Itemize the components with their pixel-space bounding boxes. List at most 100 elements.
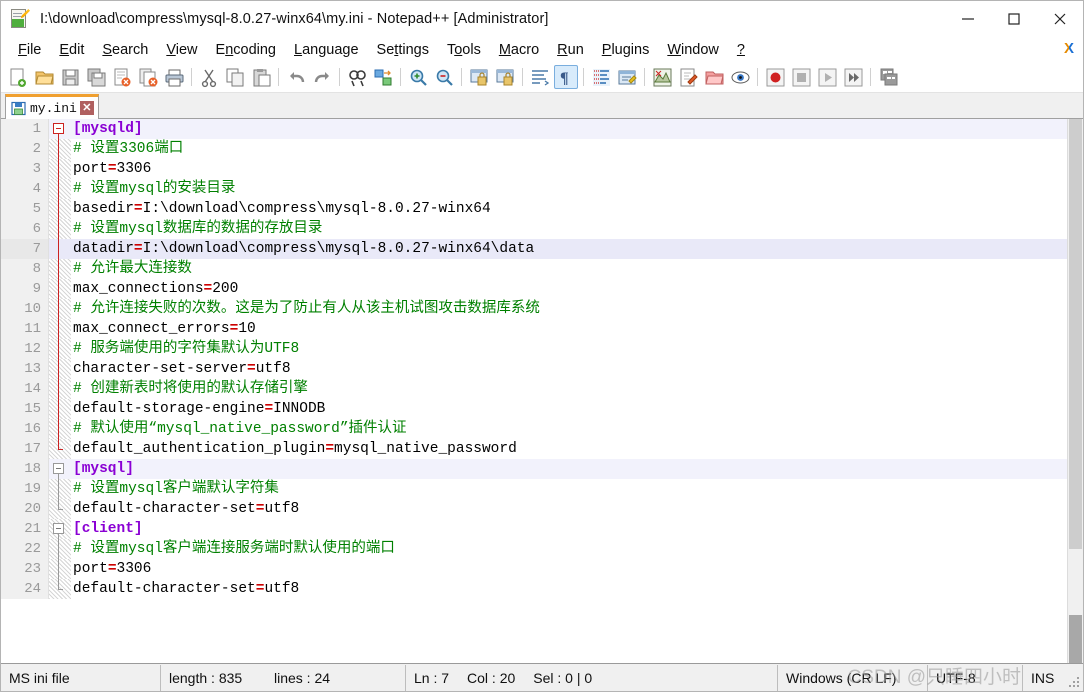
status-encoding[interactable]: UTF-8 [928,665,1023,691]
find-icon[interactable] [345,65,369,89]
document-map-icon[interactable] [650,65,674,89]
editor-line[interactable]: 16# 默认使用“mysql_native_password”插件认证 [1,419,1067,439]
zoom-out-icon[interactable] [432,65,456,89]
fold-margin[interactable] [49,399,71,419]
sync-horizontal-scroll-icon[interactable] [493,65,517,89]
line-content[interactable]: [mysqld] [71,119,1067,139]
open-file-icon[interactable] [32,65,56,89]
editor-line[interactable]: 24default-character-set=utf8 [1,579,1067,599]
scrollbar-thumb[interactable] [1069,119,1082,549]
line-content[interactable]: # 设置mysql客户端默认字符集 [71,479,1067,499]
line-content[interactable]: # 设置mysql客户端连接服务端时默认使用的端口 [71,539,1067,559]
fold-collapse-icon[interactable] [49,519,71,539]
fold-collapse-icon[interactable] [49,459,71,479]
fold-margin[interactable] [49,439,71,459]
fold-margin[interactable] [49,299,71,319]
editor-line[interactable]: 13character-set-server=utf8 [1,359,1067,379]
status-eol[interactable]: Windows (CR LF) [778,665,928,691]
fold-margin[interactable] [49,379,71,399]
editor-line[interactable]: 5basedir=I:\download\compress\mysql-8.0.… [1,199,1067,219]
line-content[interactable]: datadir=I:\download\compress\mysql-8.0.2… [71,239,1067,259]
line-content[interactable]: max_connections=200 [71,279,1067,299]
fold-collapse-icon[interactable] [49,119,71,139]
stop-recording-icon[interactable] [789,65,813,89]
fold-margin[interactable] [49,419,71,439]
fold-margin[interactable] [49,559,71,579]
line-content[interactable]: max_connect_errors=10 [71,319,1067,339]
menu-plugins[interactable]: Plugins [593,39,659,61]
user-defined-language-icon[interactable] [615,65,639,89]
monitoring-icon[interactable] [728,65,752,89]
fold-margin[interactable] [49,139,71,159]
line-content[interactable]: default-storage-engine=INNODB [71,399,1067,419]
code-editor[interactable]: 1[mysqld]2# 设置3306端口3port=33064# 设置mysql… [1,119,1067,663]
indent-guide-icon[interactable] [589,65,613,89]
line-content[interactable]: port=3306 [71,159,1067,179]
line-content[interactable]: default-character-set=utf8 [71,499,1067,519]
maximize-icon[interactable] [991,1,1037,37]
close-file-icon[interactable] [110,65,134,89]
editor-line[interactable]: 7datadir=I:\download\compress\mysql-8.0.… [1,239,1067,259]
editor-line[interactable]: 15default-storage-engine=INNODB [1,399,1067,419]
fold-margin[interactable] [49,359,71,379]
close-all-files-icon[interactable] [136,65,160,89]
line-content[interactable]: # 设置3306端口 [71,139,1067,159]
menu-tools[interactable]: Tools [438,39,490,61]
editor-line[interactable]: 12# 服务端使用的字符集默认为UTF8 [1,339,1067,359]
line-content[interactable]: # 创建新表时将使用的默认存储引擎 [71,379,1067,399]
fold-margin[interactable] [49,179,71,199]
vertical-scrollbar[interactable] [1067,119,1083,663]
folder-as-workspace-icon[interactable] [702,65,726,89]
close-icon[interactable]: ✕ [80,101,94,115]
menu-language[interactable]: Language [285,39,368,61]
editor-line[interactable]: 9max_connections=200 [1,279,1067,299]
sync-vertical-scroll-icon[interactable] [467,65,491,89]
zoom-in-icon[interactable] [406,65,430,89]
editor-line[interactable]: 20default-character-set=utf8 [1,499,1067,519]
close-document-button[interactable]: X [1064,40,1074,57]
editor-line[interactable]: 21[client] [1,519,1067,539]
editor-line[interactable]: 22# 设置mysql客户端连接服务端时默认使用的端口 [1,539,1067,559]
fold-margin[interactable] [49,239,71,259]
fold-margin[interactable] [49,339,71,359]
minimize-icon[interactable] [945,1,991,37]
replace-icon[interactable] [371,65,395,89]
line-content[interactable]: default_authentication_plugin=mysql_nati… [71,439,1067,459]
copy-icon[interactable] [223,65,247,89]
menu-search[interactable]: Search [93,39,157,61]
editor-line[interactable]: 19# 设置mysql客户端默认字符集 [1,479,1067,499]
menu-edit[interactable]: Edit [50,39,93,61]
editor-line[interactable]: 4# 设置mysql的安装目录 [1,179,1067,199]
line-content[interactable]: # 服务端使用的字符集默认为UTF8 [71,339,1067,359]
menu-run[interactable]: Run [548,39,593,61]
menu-view[interactable]: View [157,39,206,61]
fold-margin[interactable] [49,259,71,279]
cut-icon[interactable] [197,65,221,89]
editor-line[interactable]: 8# 允许最大连接数 [1,259,1067,279]
line-content[interactable]: basedir=I:\download\compress\mysql-8.0.2… [71,199,1067,219]
show-all-characters-icon[interactable]: ¶ [554,65,578,89]
editor-line[interactable]: 6# 设置mysql数据库的数据的存放目录 [1,219,1067,239]
run-multiple-times-icon[interactable] [841,65,865,89]
menu-macro[interactable]: Macro [490,39,548,61]
editor-line[interactable]: 1[mysqld] [1,119,1067,139]
line-content[interactable]: character-set-server=utf8 [71,359,1067,379]
menu-encoding[interactable]: Encoding [207,39,285,61]
editor-line[interactable]: 2# 设置3306端口 [1,139,1067,159]
fold-margin[interactable] [49,539,71,559]
word-wrap-icon[interactable] [528,65,552,89]
status-filetype[interactable]: MS ini file [1,665,161,691]
scrollbar-thumb-bottom[interactable] [1069,615,1082,663]
menu-file[interactable]: File [9,39,50,61]
editor-line[interactable]: 23port=3306 [1,559,1067,579]
line-content[interactable]: # 允许连接失败的次数。这是为了防止有人从该主机试图攻击数据库系统 [71,299,1067,319]
save-icon[interactable] [58,65,82,89]
resize-grip[interactable] [1069,677,1080,688]
editor-line[interactable]: 14# 创建新表时将使用的默认存储引擎 [1,379,1067,399]
menu-help[interactable]: ? [728,39,754,61]
line-content[interactable]: default-character-set=utf8 [71,579,1067,599]
fold-margin[interactable] [49,319,71,339]
fold-margin[interactable] [49,499,71,519]
editor-line[interactable]: 18[mysql] [1,459,1067,479]
fold-margin[interactable] [49,219,71,239]
